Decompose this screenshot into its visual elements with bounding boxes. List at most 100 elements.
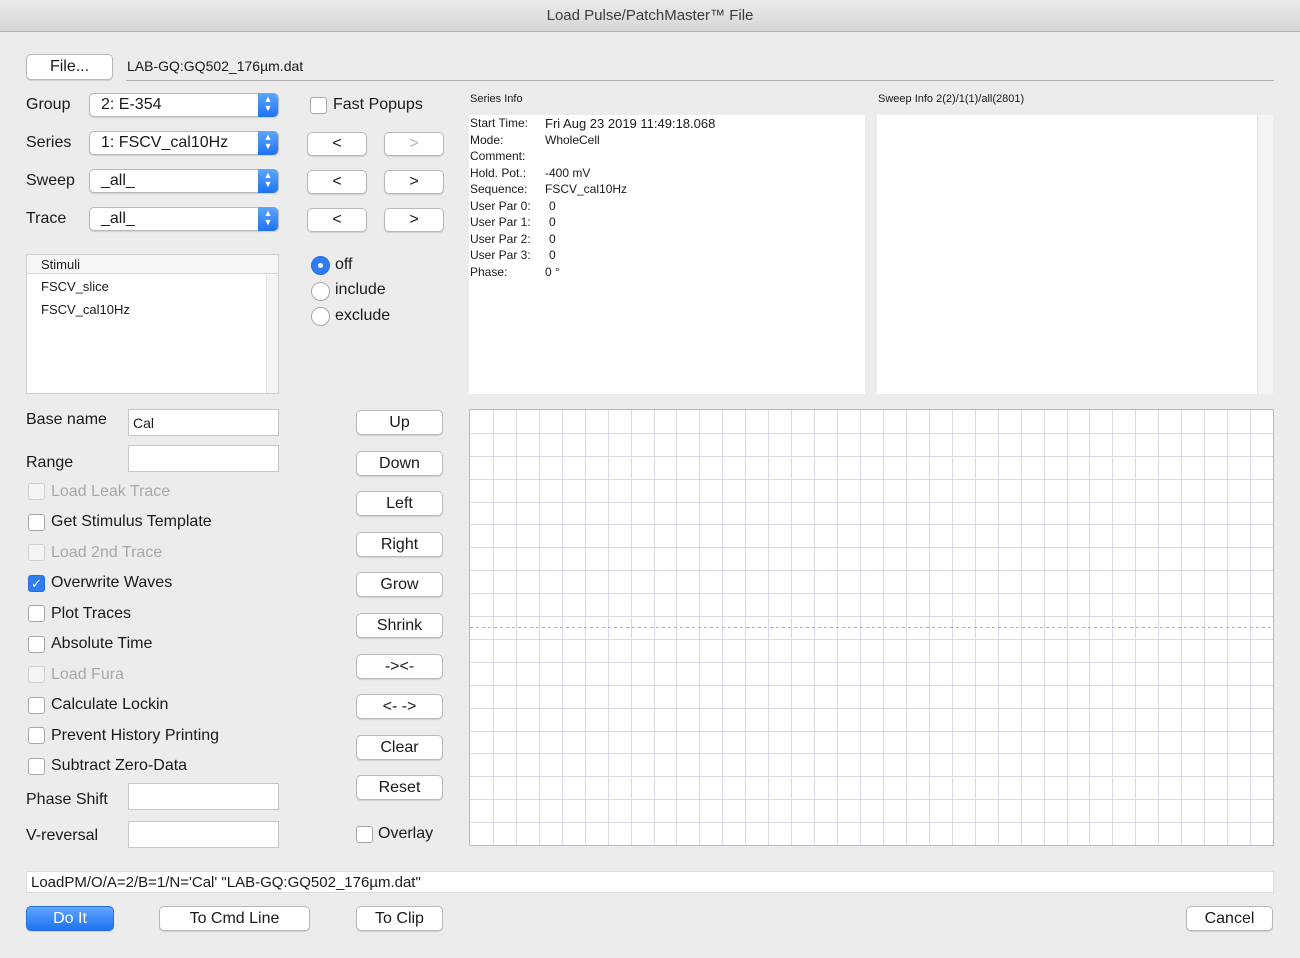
checkmark-icon: ✓ xyxy=(31,576,42,591)
shrink-button[interactable]: Shrink xyxy=(356,613,443,638)
load-leak-trace-checkbox[interactable] xyxy=(28,483,45,500)
left-button[interactable]: Left xyxy=(356,491,443,516)
v-reversal-label: V-reversal xyxy=(26,827,99,844)
trace-label: Trace xyxy=(26,210,67,227)
series-value: 1: FSCV_cal10Hz xyxy=(101,134,229,151)
calculate-lockin-label: Calculate Lockin xyxy=(51,696,169,713)
v-reversal-input[interactable] xyxy=(128,821,279,848)
file-button[interactable]: File... xyxy=(26,54,113,80)
sweep-next-button[interactable]: > xyxy=(384,170,444,194)
fast-popups-checkbox[interactable] xyxy=(310,97,327,114)
stimuli-list[interactable]: Stimuli FSCV_slice FSCV_cal10Hz xyxy=(26,254,279,394)
info-value: 0 xyxy=(549,215,556,229)
trace-next-button[interactable]: > xyxy=(384,208,444,232)
load-fura-label: Load Fura xyxy=(51,666,124,683)
info-key: User Par 2: xyxy=(470,232,531,246)
info-key: Hold. Pot.: xyxy=(470,166,527,180)
group-value: 2: E-354 xyxy=(101,96,162,113)
grow-button[interactable]: Grow xyxy=(356,572,443,597)
file-path: LAB-GQ:GQ502_176µm.dat xyxy=(127,58,304,74)
file-divider xyxy=(126,80,1274,81)
reset-button[interactable]: Reset xyxy=(356,775,443,800)
to-clip-button[interactable]: To Clip xyxy=(356,906,443,931)
info-value: FSCV_cal10Hz xyxy=(545,182,628,196)
subtract-zero-data-checkbox[interactable] xyxy=(28,758,45,775)
stimuli-scrollbar[interactable] xyxy=(266,275,278,393)
plot-traces-checkbox[interactable] xyxy=(28,605,45,622)
series-info-panel: Start Time: Fri Aug 23 2019 11:49:18.068… xyxy=(469,115,865,394)
sweep-select[interactable]: _all_ ▲ ▼ xyxy=(89,169,279,193)
updown-icon: ▲ ▼ xyxy=(258,93,278,117)
info-value: 0 xyxy=(549,232,556,246)
subtract-zero-data-label: Subtract Zero-Data xyxy=(51,757,188,774)
info-key: Phase: xyxy=(470,265,508,279)
sweep-info-panel xyxy=(877,115,1273,394)
graph-grid xyxy=(470,410,1273,845)
get-stimulus-template-label: Get Stimulus Template xyxy=(51,513,212,530)
cancel-button[interactable]: Cancel xyxy=(1186,906,1273,931)
clear-button[interactable]: Clear xyxy=(356,735,443,760)
radio-off-label: off xyxy=(335,256,353,273)
overlay-label: Overlay xyxy=(378,825,434,842)
info-value: 0 ° xyxy=(545,265,560,279)
load-leak-trace-label: Load Leak Trace xyxy=(51,483,171,500)
info-key: Comment: xyxy=(470,149,526,163)
plot-traces-label: Plot Traces xyxy=(51,605,132,622)
phase-shift-input[interactable] xyxy=(128,783,279,810)
updown-icon: ▲ ▼ xyxy=(258,131,278,155)
command-line-field[interactable]: LoadPM/O/A=2/B=1/N='Cal' "LAB-GQ:GQ502_1… xyxy=(26,871,1274,893)
to-cmd-line-button[interactable]: To Cmd Line xyxy=(159,906,310,931)
load-fura-checkbox[interactable] xyxy=(28,666,45,683)
info-key: Mode: xyxy=(470,133,504,147)
calculate-lockin-checkbox[interactable] xyxy=(28,697,45,714)
overwrite-waves-checkbox[interactable]: ✓ xyxy=(28,575,45,592)
info-value: WholeCell xyxy=(545,133,600,147)
overlay-checkbox[interactable] xyxy=(356,826,373,843)
info-value: 0 xyxy=(549,248,556,262)
prevent-history-printing-checkbox[interactable] xyxy=(28,727,45,744)
list-item[interactable]: FSCV_slice xyxy=(41,279,109,294)
trace-prev-button[interactable]: < xyxy=(307,208,367,232)
info-key: Sequence: xyxy=(470,182,528,196)
load-2nd-trace-checkbox[interactable] xyxy=(28,544,45,561)
do-it-button[interactable]: Do It xyxy=(26,906,114,931)
radio-include[interactable] xyxy=(311,282,330,301)
series-info-header: Series Info xyxy=(470,93,523,105)
get-stimulus-template-checkbox[interactable] xyxy=(28,514,45,531)
updown-icon: ▲ ▼ xyxy=(258,207,278,231)
sweep-label: Sweep xyxy=(26,172,75,189)
trace-graph[interactable] xyxy=(469,409,1274,846)
trace-select[interactable]: _all_ ▲ ▼ xyxy=(89,207,279,231)
radio-off[interactable] xyxy=(311,256,330,275)
phase-shift-label: Phase Shift xyxy=(26,791,108,808)
expand-button[interactable]: <- -> xyxy=(356,694,443,719)
group-select[interactable]: 2: E-354 ▲ ▼ xyxy=(89,93,279,117)
down-button[interactable]: Down xyxy=(356,451,443,476)
list-item[interactable]: FSCV_cal10Hz xyxy=(41,302,130,317)
fast-popups-label: Fast Popups xyxy=(333,96,423,113)
stimuli-header-label: Stimuli xyxy=(41,257,81,272)
info-key: User Par 3: xyxy=(470,248,531,262)
info-value: Fri Aug 23 2019 11:49:18.068 xyxy=(545,116,716,131)
up-button[interactable]: Up xyxy=(356,410,443,435)
right-button[interactable]: Right xyxy=(356,532,443,557)
overwrite-waves-label: Overwrite Waves xyxy=(51,574,173,591)
series-prev-button[interactable]: < xyxy=(307,132,367,156)
absolute-time-checkbox[interactable] xyxy=(28,636,45,653)
load-2nd-trace-label: Load 2nd Trace xyxy=(51,544,163,561)
info-key: User Par 1: xyxy=(470,215,531,229)
series-select[interactable]: 1: FSCV_cal10Hz ▲ ▼ xyxy=(89,131,279,155)
info-key: User Par 0: xyxy=(470,199,531,213)
series-next-button[interactable]: > xyxy=(384,132,444,156)
range-label: Range xyxy=(26,454,74,471)
stimuli-header: Stimuli xyxy=(27,255,278,274)
radio-exclude[interactable] xyxy=(311,307,330,326)
sweep-info-scrollbar[interactable] xyxy=(1257,115,1273,394)
range-input[interactable] xyxy=(128,445,279,472)
base-name-input[interactable]: Cal xyxy=(128,409,279,436)
sweep-prev-button[interactable]: < xyxy=(307,170,367,194)
compress-button[interactable]: -><- xyxy=(356,654,443,679)
radio-include-label: include xyxy=(335,281,386,298)
info-value: 0 xyxy=(549,199,556,213)
info-key: Start Time: xyxy=(470,116,529,130)
